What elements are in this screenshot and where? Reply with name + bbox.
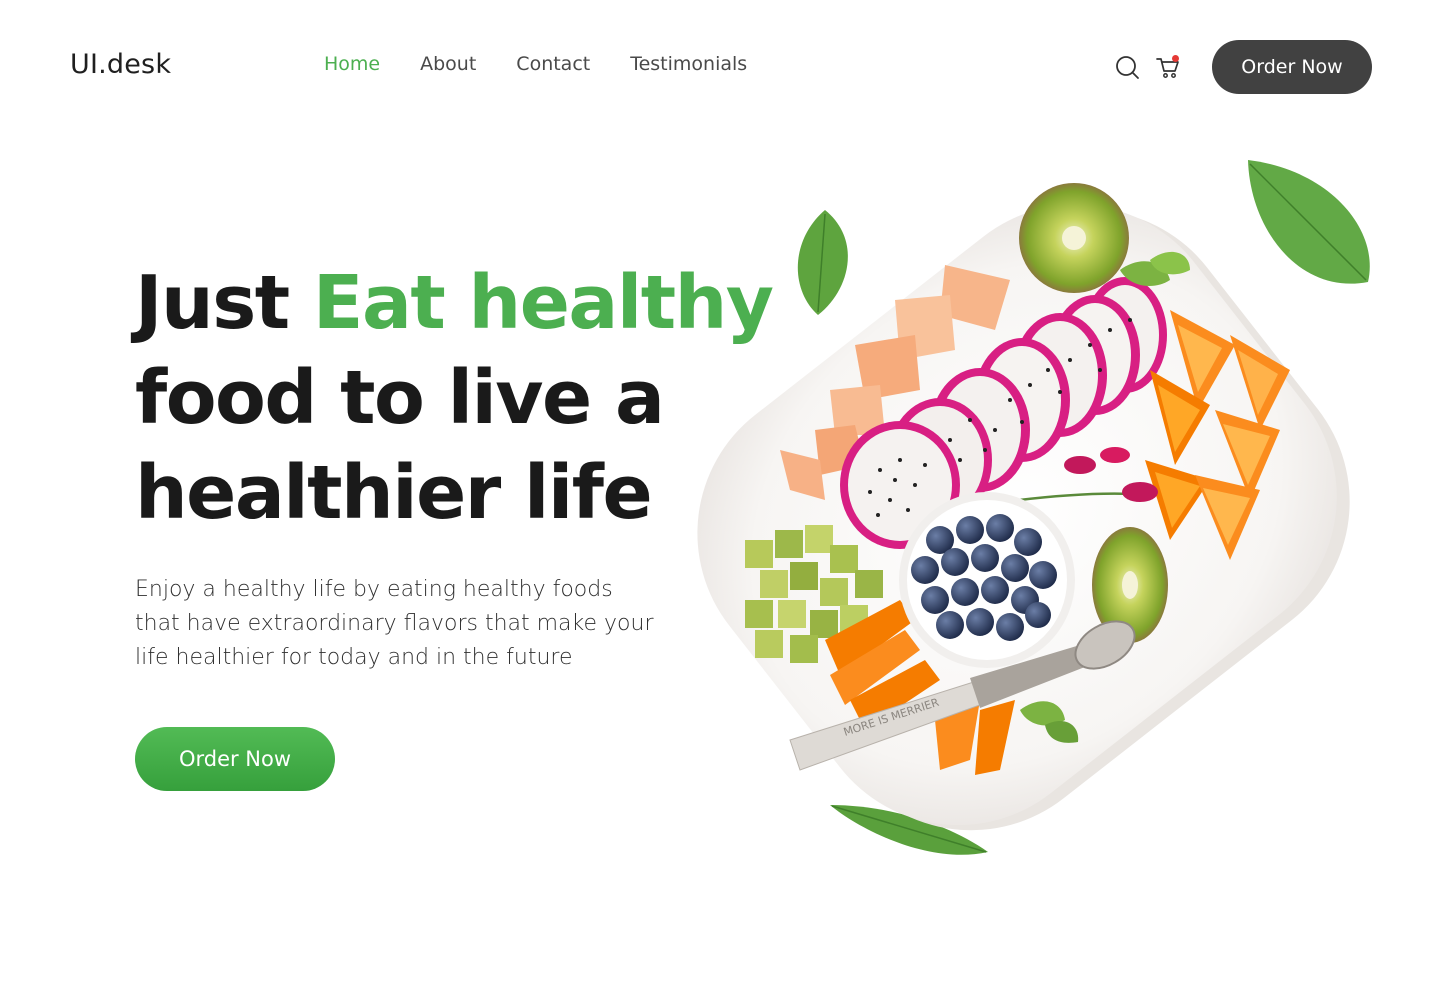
headline-line2: food to live a (135, 355, 665, 441)
main-nav: Home About Contact Testimonials (324, 53, 747, 75)
blueberry-bowl (899, 492, 1075, 668)
headline-line3: healthier life (135, 450, 653, 536)
landing-page: UI.desk Home About Contact Testimonials … (0, 0, 1440, 990)
hero-description: Enjoy a healthy life by eating healthy f… (135, 577, 654, 670)
leaf-top-right (1248, 160, 1370, 284)
nav-about[interactable]: About (420, 53, 476, 75)
header-order-now-button[interactable]: Order Now (1212, 40, 1372, 94)
hero-order-now-button[interactable]: Order Now (135, 727, 335, 791)
kiwi-slice-top (1019, 183, 1129, 293)
logo[interactable]: UI.desk (70, 49, 171, 80)
nav-contact[interactable]: Contact (516, 53, 590, 75)
nav-testimonials[interactable]: Testimonials (630, 53, 747, 75)
nav-home[interactable]: Home (324, 53, 380, 75)
search-icon[interactable] (1112, 52, 1142, 82)
fruit-plate-image: MORE IS MERRIER (697, 160, 1370, 855)
headline-part1: Just (135, 260, 313, 346)
cart-icon[interactable] (1153, 52, 1183, 82)
leaf-top-left (797, 210, 848, 315)
cart-notification-dot (1172, 55, 1179, 62)
